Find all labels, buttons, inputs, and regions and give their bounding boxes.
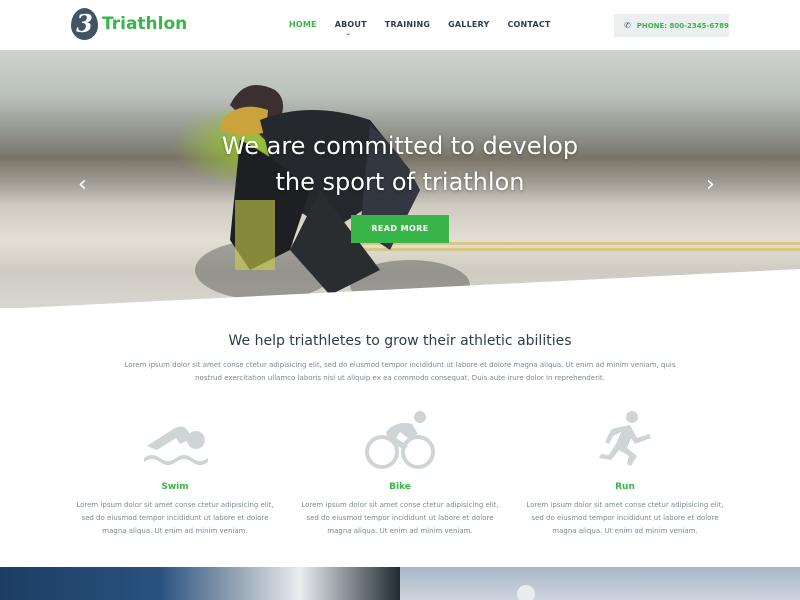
logo-text: Triathlon — [102, 14, 188, 34]
chevron-down-icon: ⌄ — [345, 30, 351, 37]
feature-text: Lorem ipsum dolor sit amet conse ctetur … — [526, 501, 724, 535]
nav-item-gallery[interactable]: GALLERY — [448, 20, 489, 29]
nav-item-about-label: ABOUT — [334, 20, 367, 29]
feature-bike: Bike Lorem ipsum dolor sit amet conse ct… — [300, 408, 500, 538]
gallery-image-right — [400, 567, 800, 600]
runner-icon — [599, 411, 651, 466]
section-title: We help triathletes to grow their athlet… — [228, 333, 572, 349]
gallery-image-left — [0, 567, 400, 600]
nav-item-home[interactable]: HOME — [289, 20, 317, 29]
nav-item-training[interactable]: TRAINING — [385, 20, 430, 29]
read-more-button[interactable]: READ MORE — [351, 215, 449, 243]
feature-text: Lorem ipsum dolor sit amet conse ctetur … — [76, 501, 274, 535]
feature-swim: Swim Lorem ipsum dolor sit amet conse ct… — [75, 408, 275, 538]
feature-title: Bike — [389, 482, 411, 492]
chevron-right-icon[interactable]: › — [706, 174, 715, 196]
hero-slant — [20, 269, 800, 308]
swimmer-icon — [144, 426, 208, 465]
nav-item-about[interactable]: ABOUT ⌄ — [334, 20, 367, 37]
main-nav: HOME ABOUT ⌄ TRAINING GALLERY CONTACT — [289, 20, 569, 37]
phone-button[interactable]: ✆ PHONE: 800-2345-6789 — [614, 14, 729, 37]
logo[interactable]: 3 Triathlon — [71, 8, 187, 40]
site-header: 3 Triathlon HOME ABOUT ⌄ TRAINING GALLER… — [0, 0, 800, 50]
hero-title-line2: the sport of triathlon — [275, 168, 525, 196]
feature-title: Run — [615, 482, 635, 492]
nav-item-contact[interactable]: CONTACT — [507, 20, 550, 29]
chevron-left-icon[interactable]: ‹ — [78, 174, 87, 196]
cyclist-icon — [365, 411, 435, 469]
hero-title: We are committed to develop the sport of… — [0, 128, 800, 200]
phone-icon: ✆ — [624, 21, 631, 30]
hero-slider: We are committed to develop the sport of… — [0, 50, 800, 308]
buoy — [517, 585, 535, 600]
hero-title-line1: We are committed to develop — [221, 132, 579, 160]
logo-badge: 3 — [71, 8, 98, 40]
feature-text: Lorem ipsum dolor sit amet conse ctetur … — [301, 501, 499, 535]
phone-label: PHONE: 800-2345-6789 — [636, 21, 729, 30]
section-text: Lorem ipsum dolor sit amet conse ctetur … — [124, 361, 676, 382]
feature-title: Swim — [161, 482, 189, 492]
feature-run: Run Lorem ipsum dolor sit amet conse cte… — [525, 408, 725, 538]
